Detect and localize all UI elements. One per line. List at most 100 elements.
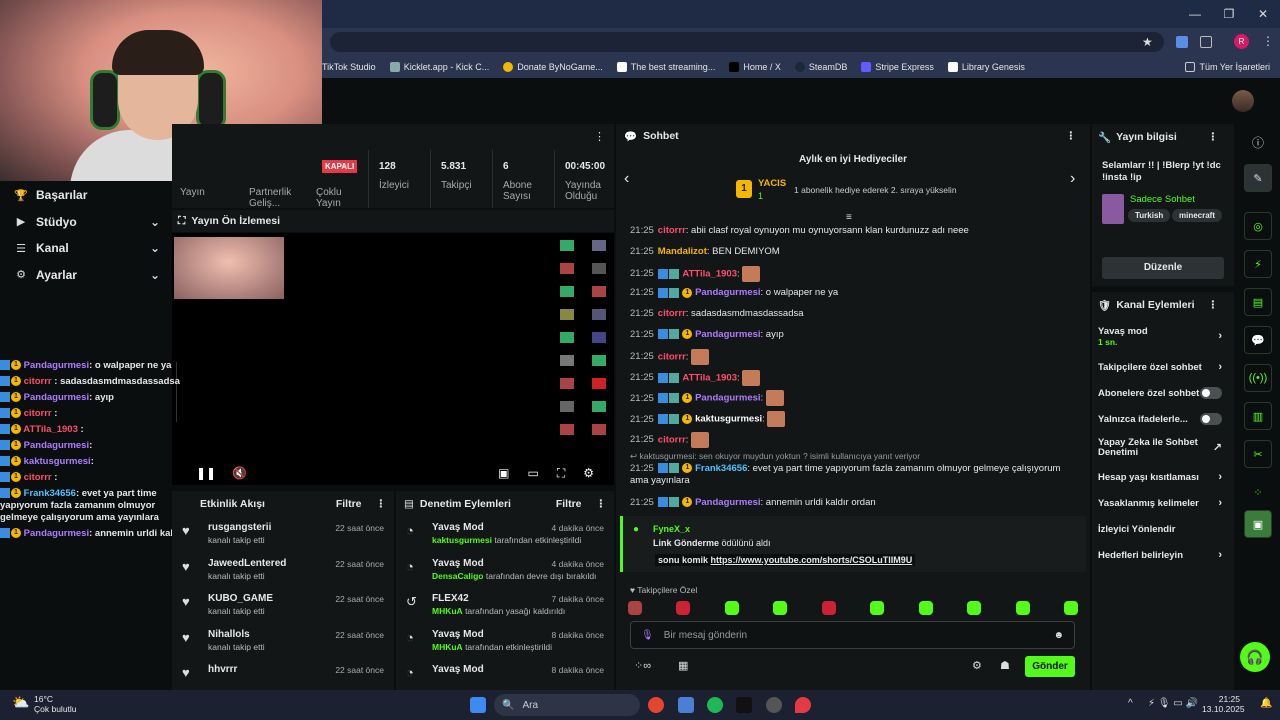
activity-row[interactable]: ♥ rusgangsterii kanalı takip etti 22 saat ö… bbox=[172, 517, 394, 553]
channel-action-row[interactable]: Yalnızca ifadelerle... bbox=[1092, 406, 1234, 432]
spotify-icon[interactable] bbox=[707, 697, 723, 713]
edit-button[interactable]: Düzenle bbox=[1102, 257, 1224, 279]
chevron-left-icon[interactable]: ‹ bbox=[624, 170, 629, 188]
document-icon[interactable]: ▤ bbox=[1244, 288, 1272, 316]
emote-icon[interactable] bbox=[870, 601, 885, 615]
fullscreen-icon[interactable]: ⛶ bbox=[557, 466, 565, 481]
chrome-icon[interactable] bbox=[648, 697, 664, 713]
minimize-icon[interactable]: — bbox=[1178, 7, 1212, 21]
mic-icon[interactable]: 🎙 bbox=[641, 630, 654, 641]
activity-row[interactable]: ♥ Nihallols kanalı takip etti 22 saat önce bbox=[172, 624, 394, 660]
chat-username[interactable]: ATTila_1903 bbox=[682, 268, 737, 279]
emoji-icon[interactable]: ☻ bbox=[1053, 630, 1064, 641]
extensions-icon[interactable] bbox=[1200, 36, 1212, 48]
emote-icon[interactable] bbox=[724, 601, 739, 615]
emote-icon[interactable] bbox=[628, 601, 642, 615]
bookmark-x[interactable]: Home / X bbox=[729, 62, 781, 72]
chat-menu-icon[interactable]: ⋮ bbox=[1066, 130, 1077, 142]
emote-icon[interactable] bbox=[1063, 601, 1078, 615]
url-input[interactable] bbox=[330, 32, 1164, 52]
channel-action-row[interactable]: Hedefleri belirleyin › bbox=[1092, 542, 1234, 568]
tray-chevron-icon[interactable]: ^ bbox=[1128, 698, 1133, 709]
stats-menu-icon[interactable]: ⋮ bbox=[594, 130, 605, 143]
toggle-switch[interactable] bbox=[1200, 387, 1222, 399]
tag-turkish[interactable]: Turkish bbox=[1128, 209, 1171, 222]
close-icon[interactable]: ✕ bbox=[1246, 7, 1280, 21]
chat-settings-icon[interactable]: ⚙ bbox=[972, 659, 982, 672]
chat-username[interactable]: citorrr bbox=[658, 308, 686, 319]
nav-channel[interactable]: ☰ Kanal ⌄ bbox=[0, 235, 172, 262]
nav-settings[interactable]: ⚙ Ayarlar ⌄ bbox=[0, 262, 172, 289]
info-menu-icon[interactable]: ⋮ bbox=[1208, 131, 1219, 143]
bookmark-stripe[interactable]: Stripe Express bbox=[861, 62, 934, 72]
chat-username[interactable]: Pandagurmesi bbox=[695, 287, 760, 298]
chat-username[interactable]: Mandalizot bbox=[658, 246, 707, 257]
tab-multistream[interactable]: Çoklu Yayın bbox=[316, 187, 356, 209]
tab-partnership[interactable]: Partnerlik Geliş... bbox=[249, 187, 297, 209]
emote-icon[interactable] bbox=[1015, 601, 1030, 615]
bot-icon[interactable]: ☗ bbox=[1000, 659, 1010, 672]
mute-icon[interactable]: 🔇 bbox=[232, 466, 247, 480]
emote-icon[interactable] bbox=[821, 601, 836, 615]
activity-menu-icon[interactable]: ⋮ bbox=[376, 498, 387, 510]
gear-icon[interactable]: ⚙ bbox=[583, 466, 594, 480]
target-icon[interactable]: ◎ bbox=[1244, 212, 1272, 240]
moderation-filter-button[interactable]: Filtre bbox=[556, 498, 582, 510]
chat-username[interactable]: citorrr bbox=[658, 351, 686, 362]
bookmark-libgen[interactable]: Library Genesis bbox=[947, 62, 1025, 72]
pause-icon[interactable]: ❚❚ bbox=[196, 466, 216, 480]
tray-icons[interactable]: ⚡ 🎙 ▭ 🔊 bbox=[1148, 698, 1198, 709]
broadcast-icon[interactable]: ((•)) bbox=[1244, 364, 1272, 392]
chat-username[interactable]: Pandagurmesi bbox=[695, 393, 760, 404]
star-icon[interactable]: ★ bbox=[1142, 35, 1153, 49]
user-avatar[interactable] bbox=[1232, 90, 1254, 112]
apps-icon[interactable]: ⁘ bbox=[1244, 478, 1272, 506]
emote-icon[interactable] bbox=[773, 601, 788, 615]
chat-username[interactable]: kaktusgurmesi bbox=[695, 414, 762, 425]
nav-studio[interactable]: ▶ Stüdyo ⌄ bbox=[0, 209, 172, 236]
channel-action-row[interactable]: Abonelere özel sohbet bbox=[1092, 380, 1234, 406]
profile-avatar[interactable]: R bbox=[1234, 34, 1249, 49]
taskbar-search[interactable]: 🔍 Ara bbox=[494, 694, 640, 716]
layout-icon[interactable]: ▥ bbox=[1244, 402, 1272, 430]
chat-username[interactable]: citorrr bbox=[658, 434, 686, 445]
windows-start-icon[interactable] bbox=[470, 697, 486, 713]
notifications-icon[interactable]: 🔔 bbox=[1260, 698, 1272, 709]
tools-icon[interactable]: ✂ bbox=[1244, 440, 1272, 468]
pip-icon[interactable]: ▣ bbox=[498, 466, 509, 480]
emote-icon[interactable] bbox=[967, 601, 982, 615]
bookmark-donate[interactable]: Donate ByNoGame... bbox=[503, 62, 603, 72]
maximize-icon[interactable]: ❐ bbox=[1212, 7, 1246, 21]
slow-mode-row[interactable]: Yavaş mod 1 sn. › bbox=[1092, 318, 1234, 354]
toggle-switch[interactable] bbox=[1200, 413, 1222, 425]
chat-message-input[interactable]: 🎙 Bir mesaj gönderin ☻ bbox=[630, 621, 1075, 649]
reward-link[interactable]: https://www.youtube.com/shorts/CSOLuTlIM… bbox=[711, 555, 913, 565]
tab-stream[interactable]: Yayın bbox=[180, 187, 205, 198]
channel-action-row[interactable]: Yapay Zeka ile Sohbet Denetimi ↗ bbox=[1092, 432, 1234, 464]
activity-filter-button[interactable]: Filtre bbox=[336, 498, 362, 510]
capcut-icon[interactable] bbox=[736, 697, 752, 713]
activity-row[interactable]: ♥ JaweedLentered kanalı takip etti 22 saat … bbox=[172, 553, 394, 589]
channel-action-row[interactable]: Yasaklanmış kelimeler › bbox=[1092, 490, 1234, 516]
weather-widget[interactable]: 16°C Çok bulutlu bbox=[34, 694, 77, 714]
channel-action-row[interactable]: Takipçilere özel sohbet › bbox=[1092, 354, 1234, 380]
info-icon[interactable]: ⓘ bbox=[1252, 134, 1264, 151]
pin-icon[interactable]: ≡ bbox=[846, 212, 852, 223]
moderation-row[interactable]: ↺ FLEX42 MHKuA tarafından yasağı kaldırıld… bbox=[396, 588, 614, 624]
channel-action-row[interactable]: Hesap yaşı kısıtlaması › bbox=[1092, 464, 1234, 490]
category-name[interactable]: Sadece Sohbet bbox=[1130, 194, 1195, 205]
all-bookmarks[interactable]: Tüm Yer İşaretleri bbox=[1185, 62, 1270, 72]
maps-icon[interactable] bbox=[795, 697, 811, 713]
reward-user[interactable]: FyneX_x bbox=[653, 524, 690, 534]
channel-action-row[interactable]: İzleyici Yönlendir bbox=[1092, 516, 1234, 542]
edit-icon[interactable]: ✎ bbox=[1244, 164, 1272, 192]
bookmark-steamdb[interactable]: SteamDB bbox=[794, 62, 847, 72]
nav-achievements[interactable]: 🏆 Başarılar bbox=[0, 182, 172, 209]
moderation-row[interactable]: ◔ Yavaş Mod MHKuA tarafından etkinleştiril… bbox=[396, 624, 614, 660]
menu-icon[interactable]: ⋮ bbox=[1262, 34, 1274, 48]
taskbar-clock[interactable]: 21:25 13.10.2025 bbox=[1202, 694, 1245, 714]
bookmark-tiktok[interactable]: TikTok Studio bbox=[322, 62, 376, 72]
emote-icon[interactable] bbox=[918, 601, 933, 615]
activity-row[interactable]: ♥ KUBO_GAME kanalı takip etti 22 saat önce bbox=[172, 588, 394, 624]
channel-menu-icon[interactable]: ⋮ bbox=[1208, 299, 1219, 311]
